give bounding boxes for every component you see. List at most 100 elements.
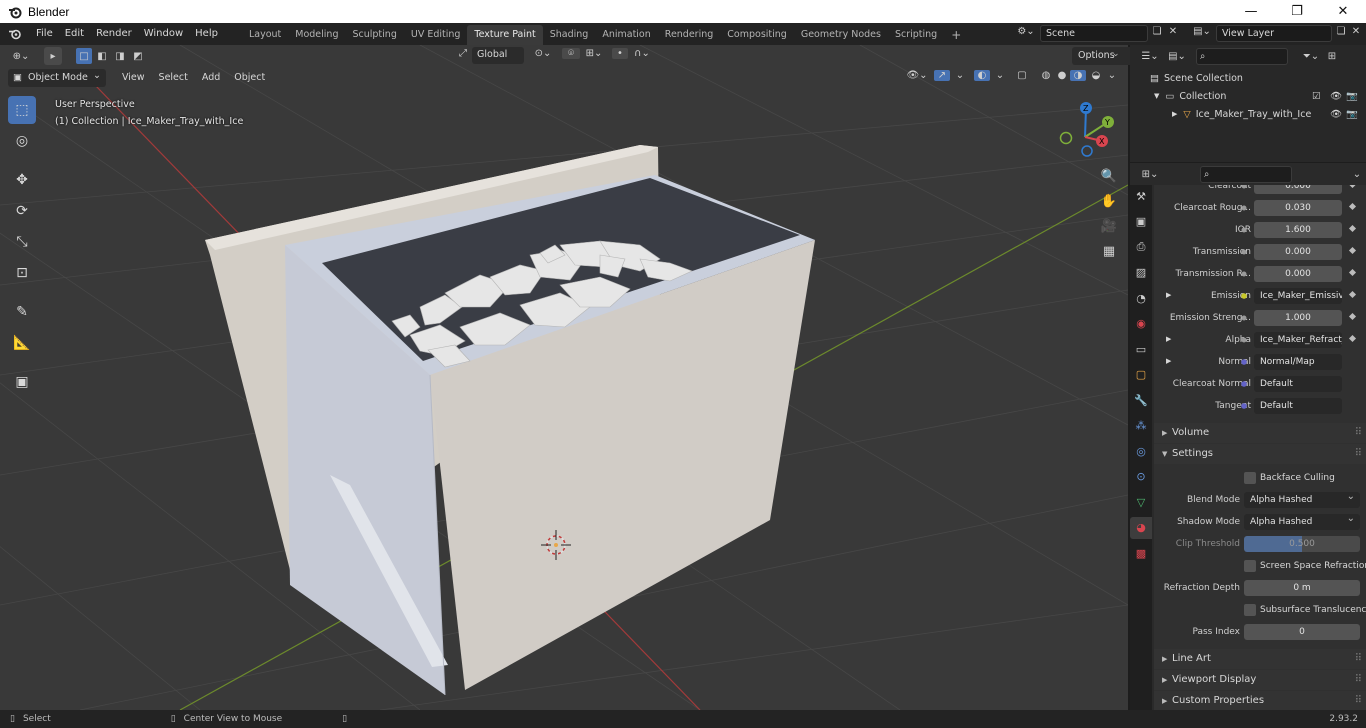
outliner-row-scene-collection[interactable]: ▤ Scene Collection [1130, 69, 1366, 87]
3d-viewport[interactable]: Z Y X [0, 45, 1128, 710]
render-tab-icon[interactable]: ▣ [1130, 211, 1152, 233]
world-tab-icon[interactable]: ◉ [1130, 313, 1152, 335]
outliner-filter-icon[interactable]: ⏷⌄ [1298, 51, 1324, 62]
tab-animation[interactable]: Animation [595, 25, 657, 45]
maximize-button[interactable]: ❐ [1274, 0, 1320, 23]
mode-select[interactable]: ▣ Object Mode ⌄ [8, 69, 106, 87]
pan-hand-icon[interactable]: ✋ [1098, 190, 1120, 212]
expand-object-icon[interactable]: ▶ [1172, 110, 1177, 118]
properties-options-icon[interactable]: ⌄ [1350, 169, 1364, 180]
volume-section-header[interactable]: ▶ Volume ⠿ [1154, 423, 1366, 443]
modifier-tab-icon[interactable]: 🔧 [1130, 389, 1152, 411]
view-layer-field[interactable]: View Layer [1216, 25, 1332, 42]
snap-target-icon[interactable]: ⊞⌄ [582, 48, 606, 59]
vector-socket-icon[interactable] [1240, 358, 1248, 366]
emission-link-field[interactable]: Ice_Maker_Emissive... [1254, 288, 1342, 304]
outliner-row-object[interactable]: ▶ ▽ Ice_Maker_Tray_with_Ice 👁 📷 [1130, 105, 1366, 123]
new-view-layer-icon[interactable]: ❏ [1334, 26, 1348, 37]
socket-dot-icon[interactable] [1240, 336, 1248, 344]
proportional-falloff-icon[interactable]: ∩⌄ [630, 48, 654, 59]
socket-dot-icon[interactable] [1240, 185, 1248, 190]
outliner-search-input[interactable]: ⌕ [1196, 47, 1288, 65]
annotate-tool-icon[interactable]: ✎ [8, 298, 36, 326]
texture-tab-icon[interactable]: ▩ [1130, 542, 1152, 564]
object-visibility-icon[interactable]: 👁 [1330, 109, 1342, 120]
view-layer-icon[interactable]: ▤⌄ [1190, 26, 1214, 37]
output-tab-icon[interactable]: ⎙ [1130, 236, 1152, 258]
transform-orientation-select[interactable]: Global [472, 47, 524, 64]
shading-dropdown-icon[interactable]: ⌄ [1106, 70, 1118, 81]
clearcoat-normal-field[interactable]: Default [1254, 376, 1342, 392]
drag-handle-icon[interactable]: ⠿ [1355, 691, 1362, 710]
navigation-gizmo[interactable]: Z Y X [1050, 95, 1120, 165]
measure-tool-icon[interactable]: 📐 [8, 329, 36, 357]
overlay-dropdown-icon[interactable]: ⌄ [994, 70, 1006, 81]
properties-search-input[interactable]: ⌕ [1200, 165, 1292, 183]
blend-mode-select[interactable]: Alpha Hashed [1244, 489, 1360, 508]
line-art-section-header[interactable]: ▶ Line Art ⠿ [1154, 649, 1366, 669]
shadow-mode-select[interactable]: Alpha Hashed [1244, 511, 1360, 530]
editor-type-icon[interactable]: ⊕⌄ [6, 51, 36, 62]
keyframe-icon[interactable] [1348, 224, 1357, 233]
constraints-tab-icon[interactable]: ⊙ [1130, 466, 1152, 488]
transform-tool-icon[interactable]: ⊡ [8, 259, 36, 287]
menu-file[interactable]: File [30, 23, 59, 45]
outliner-editor-type-icon[interactable]: ☰⌄ [1136, 51, 1164, 62]
prop-value-field[interactable]: 0.030 [1254, 200, 1342, 216]
view-layer-tab-icon[interactable]: ▨ [1130, 262, 1152, 284]
select-box-invert-icon[interactable]: ◩ [130, 48, 146, 64]
gizmo-dropdown-icon[interactable]: ⌄ [954, 70, 966, 81]
custom-properties-section-header[interactable]: ▶ Custom Properties ⠿ [1154, 691, 1366, 710]
prop-value-field[interactable]: 0.000 [1254, 266, 1342, 282]
menu-object[interactable]: Object [228, 69, 271, 87]
zoom-icon[interactable]: 🔍 [1098, 165, 1120, 187]
select-box-new-icon[interactable]: □ [76, 48, 92, 64]
cursor-tool-icon[interactable]: ◎ [8, 127, 36, 155]
collection-checkbox-icon[interactable]: ☑ [1312, 91, 1321, 102]
socket-dot-icon[interactable] [1240, 248, 1248, 256]
tab-rendering[interactable]: Rendering [658, 25, 721, 45]
select-box-extend-icon[interactable]: ◧ [94, 48, 110, 64]
color-socket-icon[interactable] [1240, 292, 1248, 300]
socket-dot-icon[interactable] [1240, 314, 1248, 322]
close-button[interactable]: ✕ [1320, 0, 1366, 23]
new-scene-icon[interactable]: ❏ [1150, 26, 1164, 37]
screen-space-refraction-checkbox[interactable] [1244, 560, 1256, 572]
gizmo-toggle-icon[interactable]: ↗ [934, 70, 950, 81]
keyframe-icon[interactable] [1348, 290, 1357, 299]
menu-edit[interactable]: Edit [59, 23, 90, 45]
drag-handle-icon[interactable]: ⠿ [1355, 670, 1362, 690]
menu-select[interactable]: Select [153, 69, 194, 87]
select-mode-icon[interactable]: ▸ [44, 47, 62, 65]
menu-view[interactable]: View [116, 69, 151, 87]
add-workspace-button[interactable]: + [944, 25, 968, 45]
delete-view-layer-icon[interactable]: ✕ [1350, 26, 1362, 37]
collection-visibility-icon[interactable]: 👁 [1330, 91, 1342, 102]
data-tab-icon[interactable]: ▽ [1130, 491, 1152, 513]
vector-socket-icon[interactable] [1240, 380, 1248, 388]
tab-compositing[interactable]: Compositing [720, 25, 794, 45]
shading-material-icon[interactable]: ◑ [1070, 70, 1086, 81]
camera-view-icon[interactable]: 🎥 [1098, 215, 1120, 237]
menu-help[interactable]: Help [189, 23, 224, 45]
drag-handle-icon[interactable]: ⠿ [1355, 423, 1362, 443]
socket-dot-icon[interactable] [1240, 226, 1248, 234]
particles-tab-icon[interactable]: ⁂ [1130, 415, 1152, 437]
normal-link-field[interactable]: Normal/Map [1254, 354, 1342, 370]
shading-rendered-icon[interactable]: ◒ [1088, 70, 1104, 81]
keyframe-icon[interactable] [1348, 334, 1357, 343]
scene-selector-icon[interactable]: ⚙⌄ [1014, 26, 1038, 37]
outliner-row-collection[interactable]: ▼ ▭ Collection ☑ 👁 📷 [1130, 87, 1366, 105]
tab-shading[interactable]: Shading [543, 25, 596, 45]
pivot-point-icon[interactable]: ⊙⌄ [532, 48, 554, 59]
socket-dot-icon[interactable] [1240, 204, 1248, 212]
keyframe-icon[interactable] [1348, 202, 1357, 211]
overlay-toggle-icon[interactable]: ◐ [974, 70, 990, 81]
menu-render[interactable]: Render [90, 23, 138, 45]
blender-menu-icon[interactable] [0, 28, 30, 40]
drag-handle-icon[interactable]: ⠿ [1355, 649, 1362, 669]
collection-render-icon[interactable]: 📷 [1346, 91, 1358, 102]
keyframe-icon[interactable] [1348, 185, 1357, 189]
prop-value-field[interactable]: 0.000 [1254, 185, 1342, 194]
add-cube-tool-icon[interactable]: ▣ [8, 368, 36, 396]
